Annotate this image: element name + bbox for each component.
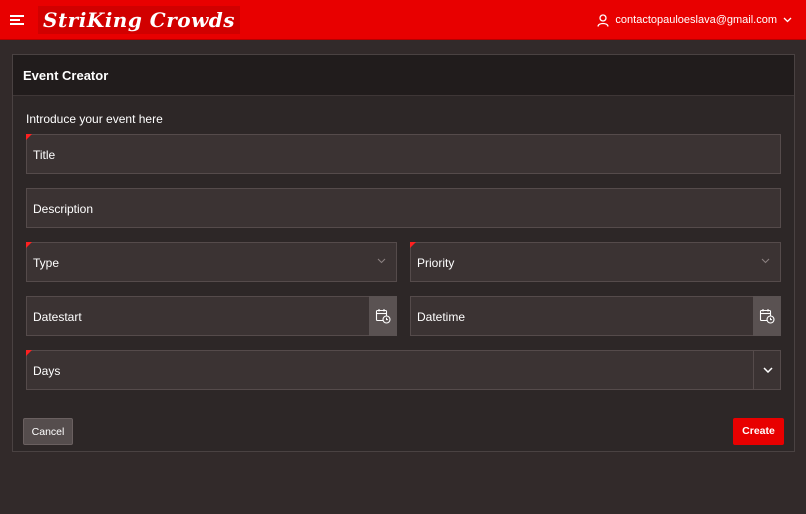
required-indicator <box>410 242 416 248</box>
required-indicator <box>26 134 32 140</box>
chevron-down-icon <box>761 258 770 264</box>
days-select[interactable]: Days <box>26 350 781 390</box>
datestart-field[interactable]: Datestart <box>26 296 397 336</box>
chevron-down-icon <box>377 258 386 264</box>
required-indicator <box>26 350 32 356</box>
title-label: Title <box>33 148 56 162</box>
card-header: Event Creator <box>13 55 794 96</box>
app-logo[interactable]: StriKing Crowds <box>38 6 241 34</box>
priority-label: Priority <box>417 256 455 270</box>
intro-text: Introduce your event here <box>26 112 163 126</box>
required-indicator <box>26 242 32 248</box>
datetime-field[interactable]: Datetime <box>410 296 781 336</box>
hamburger-menu-icon[interactable] <box>10 13 26 27</box>
priority-select[interactable]: Priority <box>410 242 781 282</box>
datestart-label: Datestart <box>33 310 82 324</box>
datetime-label: Datetime <box>417 310 466 324</box>
event-creator-card: Event Creator Introduce your event here … <box>12 54 795 452</box>
type-label: Type <box>33 256 60 270</box>
user-email: contactopauloeslava@gmail.com <box>615 14 777 26</box>
calendar-clock-icon[interactable] <box>753 296 781 336</box>
chevron-down-icon[interactable] <box>753 350 781 390</box>
user-icon <box>597 13 610 27</box>
card-title: Event Creator <box>23 68 109 83</box>
cancel-button[interactable]: Cancel <box>23 418 73 445</box>
user-menu[interactable]: contactopauloeslava@gmail.com <box>597 12 792 28</box>
top-navigation-bar: StriKing Crowds contactopauloeslava@gmai… <box>0 0 806 40</box>
calendar-clock-icon[interactable] <box>369 296 397 336</box>
title-field[interactable]: Title <box>26 134 781 174</box>
type-select[interactable]: Type <box>26 242 397 282</box>
description-label: Description <box>33 202 94 216</box>
create-button[interactable]: Create <box>733 418 784 445</box>
description-field[interactable]: Description <box>26 188 781 228</box>
days-label: Days <box>33 364 61 378</box>
chevron-down-icon <box>783 17 792 23</box>
